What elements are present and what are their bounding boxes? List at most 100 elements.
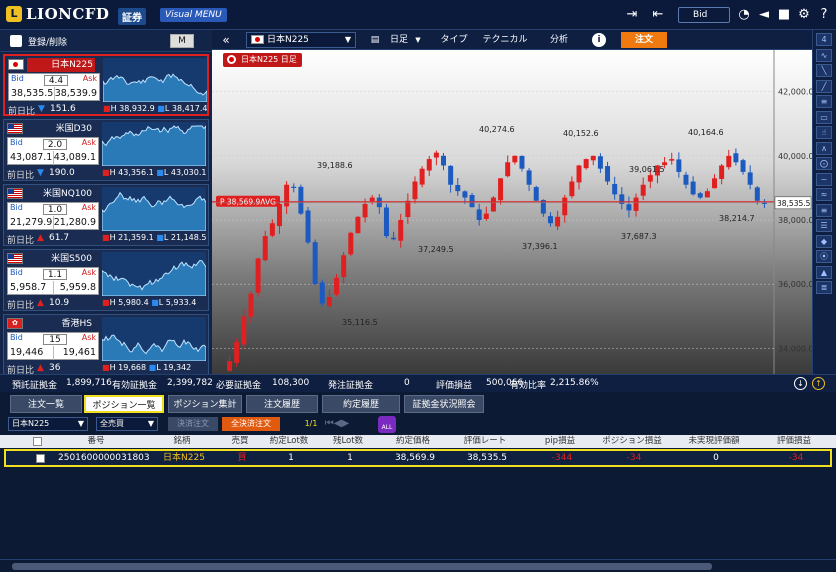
bid-price[interactable]: 5,958.7 xyxy=(10,282,46,293)
ray-icon[interactable]: ╱ xyxy=(816,79,832,93)
triangle-icon[interactable]: ▲ xyxy=(816,265,832,279)
help-icon[interactable]: ? xyxy=(816,7,832,23)
bid-price[interactable]: 21,279.9 xyxy=(10,217,52,228)
column-header[interactable]: 評価損益 xyxy=(754,435,834,448)
equal-icon[interactable]: ≣ xyxy=(816,281,832,294)
watch-card[interactable]: 米国NQ100 Bid 1.0 Ask 21,279.9 21,280.9 前日比 ▲ 61.7… xyxy=(3,184,209,246)
select-all-checkbox[interactable] xyxy=(33,437,42,446)
candle-body xyxy=(490,197,496,212)
watch-card[interactable]: ✿ 香港HS Bid 15 Ask 19,446 19,461 前日比 ▲ 36 ■H 19,668… xyxy=(3,314,209,376)
layout-toggle-icon[interactable]: M xyxy=(170,34,194,48)
register-label[interactable]: 登録/削除 xyxy=(28,35,67,48)
gear-icon[interactable]: ⚙ xyxy=(796,7,812,23)
column-header[interactable]: 評価レート xyxy=(445,435,525,448)
watch-card[interactable]: 米国D30 Bid 2.0 Ask 43,087.1 43,089.1 前日比 ▼ 190.0 ■… xyxy=(3,119,209,181)
peak-icon[interactable]: ∧ xyxy=(816,141,832,155)
quote-box[interactable]: Bid 4.4 Ask 38,535.5 38,539.9 xyxy=(8,73,100,101)
chart-symbol-select[interactable]: 日本N225 ▼ xyxy=(246,32,356,48)
change-label: 前日比 xyxy=(7,301,35,311)
arrow-up-icon: ▲ xyxy=(37,233,44,243)
scroll-up-icon[interactable]: ↑ xyxy=(812,377,825,390)
bid-price[interactable]: 43,087.1 xyxy=(10,152,52,163)
bid-price[interactable]: 19,446 xyxy=(10,347,43,358)
technical-menu[interactable]: テクニカル xyxy=(478,30,532,50)
side-filter[interactable]: 全売買 ▼ xyxy=(96,417,158,431)
column-header[interactable]: ポジション損益 xyxy=(592,435,672,448)
candle-body xyxy=(512,155,518,163)
pager-icons[interactable]: ⏮◀▶ xyxy=(320,417,354,431)
channel-icon[interactable]: ≡ xyxy=(816,95,832,108)
quote-box[interactable]: Bid 15 Ask 19,446 19,461 xyxy=(7,332,99,360)
ask-price[interactable]: 19,461 xyxy=(63,347,96,358)
ask-price[interactable]: 5,959.8 xyxy=(60,282,96,293)
tab-margin-status[interactable]: 証拠金状況照会 xyxy=(404,395,484,413)
login-icon[interactable]: ⇤ xyxy=(650,7,666,23)
chart-type-menu[interactable]: タイプ xyxy=(434,30,474,50)
visual-menu-button[interactable]: Visual MENU xyxy=(160,8,227,22)
fib-icon[interactable]: ⨀ xyxy=(816,157,832,170)
tab-orders[interactable]: 注文一覧 xyxy=(10,395,82,413)
high-marker-icon: ■ xyxy=(102,363,110,372)
ask-price[interactable]: 38,539.9 xyxy=(55,88,97,99)
summary-label: 預託証拠金 xyxy=(12,381,58,391)
scroll-down-icon[interactable]: ↓ xyxy=(794,377,807,390)
lines-icon[interactable]: ≡ xyxy=(816,203,832,217)
tab-order-history[interactable]: 注文履歴 xyxy=(246,395,318,413)
diamond-icon[interactable]: ◆ xyxy=(816,234,832,248)
low-marker-icon: ■ xyxy=(157,104,165,113)
ask-price[interactable]: 43,089.1 xyxy=(54,152,96,163)
tab-positions[interactable]: ポジション一覧 xyxy=(84,395,164,413)
curve-icon[interactable]: ~ xyxy=(816,172,832,186)
count-badge[interactable]: 4 xyxy=(816,33,832,46)
rect-icon[interactable]: ▭ xyxy=(816,110,832,124)
notification-icon[interactable]: ■ xyxy=(776,7,792,23)
order-button[interactable]: 注文 xyxy=(621,32,667,48)
change-label: 前日比 xyxy=(7,171,35,181)
clock-icon[interactable]: ◔ xyxy=(736,7,752,23)
tab-position-summary[interactable]: ポジション集計 xyxy=(168,395,242,413)
bid-price[interactable]: 38,535.5 xyxy=(11,88,53,99)
price-type-select[interactable]: Bid xyxy=(678,7,730,23)
analysis-menu[interactable]: 分析 xyxy=(538,30,580,50)
approx-icon[interactable]: ≈ xyxy=(816,188,832,201)
table-row[interactable]: 2501600000031803 日本N225 買 1 1 38,569.9 38,535.… xyxy=(4,449,832,467)
price-chart[interactable]: 42,000.0 40,000.0 38,000.0 36,000.0 34,000.0… xyxy=(212,50,812,374)
all-positions-icon[interactable]: ALL xyxy=(378,416,396,433)
quote-box[interactable]: Bid 1.0 Ask 21,279.9 21,280.9 xyxy=(7,202,99,230)
pointer-icon[interactable]: ☝ xyxy=(816,126,832,139)
column-header[interactable]: pip損益 xyxy=(520,435,600,448)
alert-icon[interactable]: ◄ xyxy=(756,7,772,23)
summary-value: 108,300 xyxy=(272,378,310,388)
summary-label: 有効証拠金 xyxy=(112,381,158,391)
column-header[interactable]: 未実現評価額 xyxy=(674,435,754,448)
quote-box[interactable]: Bid 1.1 Ask 5,958.7 5,959.8 xyxy=(7,267,99,295)
symbol-filter[interactable]: 日本N225 ▼ xyxy=(8,417,88,431)
period-select[interactable]: 日足 xyxy=(384,30,414,50)
column-header[interactable]: 約定価格 xyxy=(373,435,453,448)
list-icon xyxy=(10,35,22,47)
low-value: L 19,342 xyxy=(156,363,192,372)
horizontal-scrollbar[interactable] xyxy=(0,559,836,572)
logout-icon[interactable]: ⇥ xyxy=(624,7,640,23)
settle-all-button[interactable]: 全決済注文 xyxy=(222,417,280,431)
high-marker-icon: ■ xyxy=(102,233,110,242)
low-value: L 5,933.4 xyxy=(158,298,197,307)
row-checkbox[interactable] xyxy=(36,454,45,463)
wave-icon[interactable]: ∿ xyxy=(816,48,832,62)
collapse-icon[interactable]: « xyxy=(216,30,236,50)
menu-icon[interactable]: ☰ xyxy=(816,219,832,232)
column-header[interactable]: 番号 xyxy=(56,435,136,448)
watch-card[interactable]: 米国S500 Bid 1.1 Ask 5,958.7 5,959.8 前日比 ▲ 10.9 ■H … xyxy=(3,249,209,311)
info-icon[interactable]: i xyxy=(592,33,606,47)
line-icon[interactable]: ╲ xyxy=(816,64,832,77)
scrollbar-thumb[interactable] xyxy=(12,563,712,570)
low-marker-icon: ■ xyxy=(151,298,159,307)
ask-price[interactable]: 21,280.9 xyxy=(54,217,96,228)
quote-box[interactable]: Bid 2.0 Ask 43,087.1 43,089.1 xyxy=(7,137,99,165)
settle-order-button[interactable]: 決済注文 xyxy=(168,417,218,431)
candle-body xyxy=(455,185,461,192)
quote-divider xyxy=(53,281,54,295)
circle-icon[interactable]: ⦿ xyxy=(816,250,832,263)
watch-card[interactable]: 日本N225 Bid 4.4 Ask 38,535.5 38,539.9 前日比 ▼ 151.6… xyxy=(3,54,209,117)
tab-execution-history[interactable]: 約定履歴 xyxy=(322,395,400,413)
